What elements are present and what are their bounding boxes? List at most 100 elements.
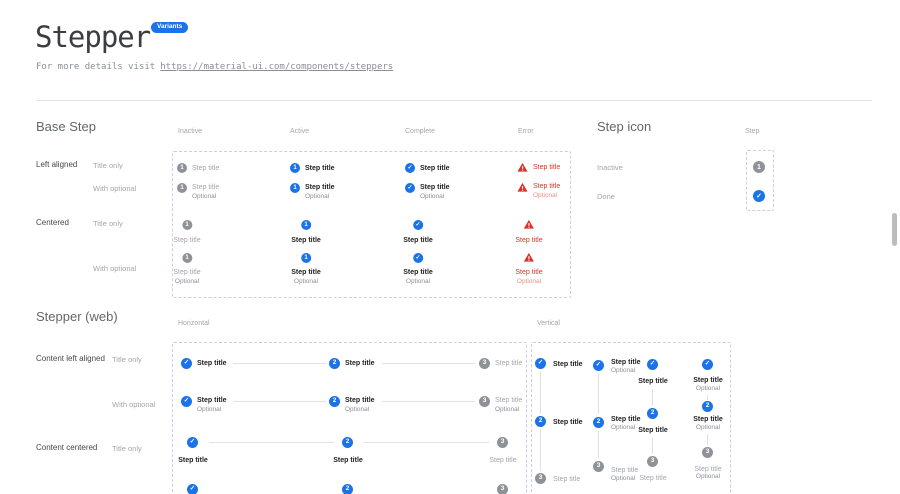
step-complete: ✓ Step titleOptional xyxy=(403,253,433,286)
step-number-icon: 3 xyxy=(593,461,604,472)
step-optional: Optional xyxy=(495,406,522,414)
check-icon: ✓ xyxy=(593,360,604,371)
step-optional: Optional xyxy=(696,424,720,432)
step-title: Step title xyxy=(403,268,433,277)
state-label-done: Done xyxy=(597,192,615,201)
step-number-icon: 2 xyxy=(342,437,353,448)
step-optional: Optional xyxy=(611,475,635,483)
variant-label-title-only: Title only xyxy=(112,355,142,364)
step-title: Step title xyxy=(192,183,219,192)
step-title: Step title xyxy=(638,426,668,435)
step-title: Step title xyxy=(291,236,321,245)
variants-badge[interactable]: Variants xyxy=(151,22,188,33)
step-title: Step title xyxy=(178,456,208,465)
step-title: Step title xyxy=(611,415,641,424)
doc-link[interactable]: https://material-ui.com/components/stepp… xyxy=(160,62,393,72)
step-number-icon: 1 xyxy=(182,253,192,263)
step-title: Step title xyxy=(420,164,450,173)
step-title: Step title xyxy=(197,359,227,368)
column-header-horizontal: Horizontal xyxy=(178,320,210,327)
variant-label-title-only: Title only xyxy=(93,161,123,170)
step-title: Step title xyxy=(639,474,666,483)
check-icon: ✓ xyxy=(647,359,658,370)
step-optional: Optional xyxy=(696,473,720,481)
step-title: Step title xyxy=(489,456,516,465)
warning-icon xyxy=(517,162,528,173)
check-icon: ✓ xyxy=(702,359,713,370)
step-connector xyxy=(382,363,475,364)
step-title: Step title xyxy=(533,163,560,172)
step-complete: ✓ Step title xyxy=(405,163,450,173)
step-title: Step title xyxy=(515,268,542,277)
check-icon: ✓ xyxy=(753,190,765,202)
step-optional: Optional xyxy=(294,278,318,286)
step-title: Step title xyxy=(515,236,542,245)
variant-label-with-optional: With optional xyxy=(93,184,136,193)
step-connector xyxy=(707,395,708,400)
step-inactive: 1 Step title xyxy=(173,220,200,245)
step-number-icon: 1 xyxy=(301,220,311,230)
step-number-icon: 3 xyxy=(702,447,713,458)
subtitle-text: For more details visit xyxy=(36,62,155,72)
step-title: Step title xyxy=(403,236,433,245)
step-connector xyxy=(598,374,599,414)
step-number-icon: 3 xyxy=(479,396,490,407)
step-title: Step title xyxy=(495,396,522,405)
step-connector xyxy=(652,438,653,454)
step-optional: Optional xyxy=(696,385,720,393)
variant-label-with-optional: With optional xyxy=(93,264,136,273)
step-active: 1 Step title xyxy=(290,163,335,173)
step-error: Step title xyxy=(515,219,542,245)
step-title: Step title xyxy=(173,236,200,245)
stepper-web-heading: Stepper (web) xyxy=(36,309,118,324)
step-inactive: 1 Step title xyxy=(177,163,219,173)
step-inactive: 1 Step titleOptional xyxy=(177,183,219,201)
column-header-step: Step xyxy=(745,128,759,135)
step-optional: Optional xyxy=(611,424,635,432)
step-active: 1 Step title xyxy=(291,220,321,245)
step-connector xyxy=(233,363,326,364)
step-title: Step title xyxy=(693,376,723,385)
row-label-content-centered: Content centered xyxy=(36,443,97,452)
design-canvas: Stepper Variants For more details visit h… xyxy=(0,0,900,494)
step-optional: Optional xyxy=(305,193,335,201)
step-number-icon: 3 xyxy=(479,358,490,369)
check-icon: ✓ xyxy=(181,396,192,407)
step-connector xyxy=(598,431,599,458)
step-connector xyxy=(707,434,708,445)
step-number-icon: 1 xyxy=(290,163,300,173)
step-number-icon: 1 xyxy=(177,183,187,193)
variant-label-title-only: Title only xyxy=(93,219,123,228)
step-number-icon: 2 xyxy=(702,401,713,412)
step-inactive: 3 Step title xyxy=(479,358,522,369)
step-complete: ✓ Step title xyxy=(181,358,227,369)
column-header-active: Active xyxy=(290,128,309,135)
step-connector xyxy=(364,442,489,443)
step-complete: ✓ Step titleOptional xyxy=(181,396,227,414)
page-title: Stepper xyxy=(35,20,150,54)
step-active: 1 Step titleOptional xyxy=(291,253,321,286)
check-icon: ✓ xyxy=(405,183,415,193)
step-title: Step title xyxy=(611,466,638,475)
step-title: Step title xyxy=(638,377,668,386)
step-connector xyxy=(209,442,334,443)
step-error: Step titleOptional xyxy=(515,252,542,286)
scrollbar-thumb[interactable] xyxy=(892,213,897,246)
check-icon: ✓ xyxy=(187,484,198,494)
check-icon: ✓ xyxy=(413,253,423,263)
step-number-icon: 1 xyxy=(753,161,765,173)
column-header-inactive: Inactive xyxy=(178,128,202,135)
check-icon: ✓ xyxy=(413,220,423,230)
step-connector xyxy=(540,429,541,471)
step-title: Step title xyxy=(333,456,363,465)
step-number-icon: 3 xyxy=(535,473,546,484)
step-error: Step titleOptional xyxy=(517,182,560,200)
step-title: Step title xyxy=(345,396,375,405)
step-number-icon: 2 xyxy=(342,484,353,494)
warning-icon xyxy=(517,182,528,193)
step-title: Step title xyxy=(611,358,641,367)
step-title: Step title xyxy=(693,415,723,424)
step-active: 1 Step titleOptional xyxy=(290,183,335,201)
check-icon: ✓ xyxy=(187,437,198,448)
step-number-icon: 1 xyxy=(301,253,311,263)
